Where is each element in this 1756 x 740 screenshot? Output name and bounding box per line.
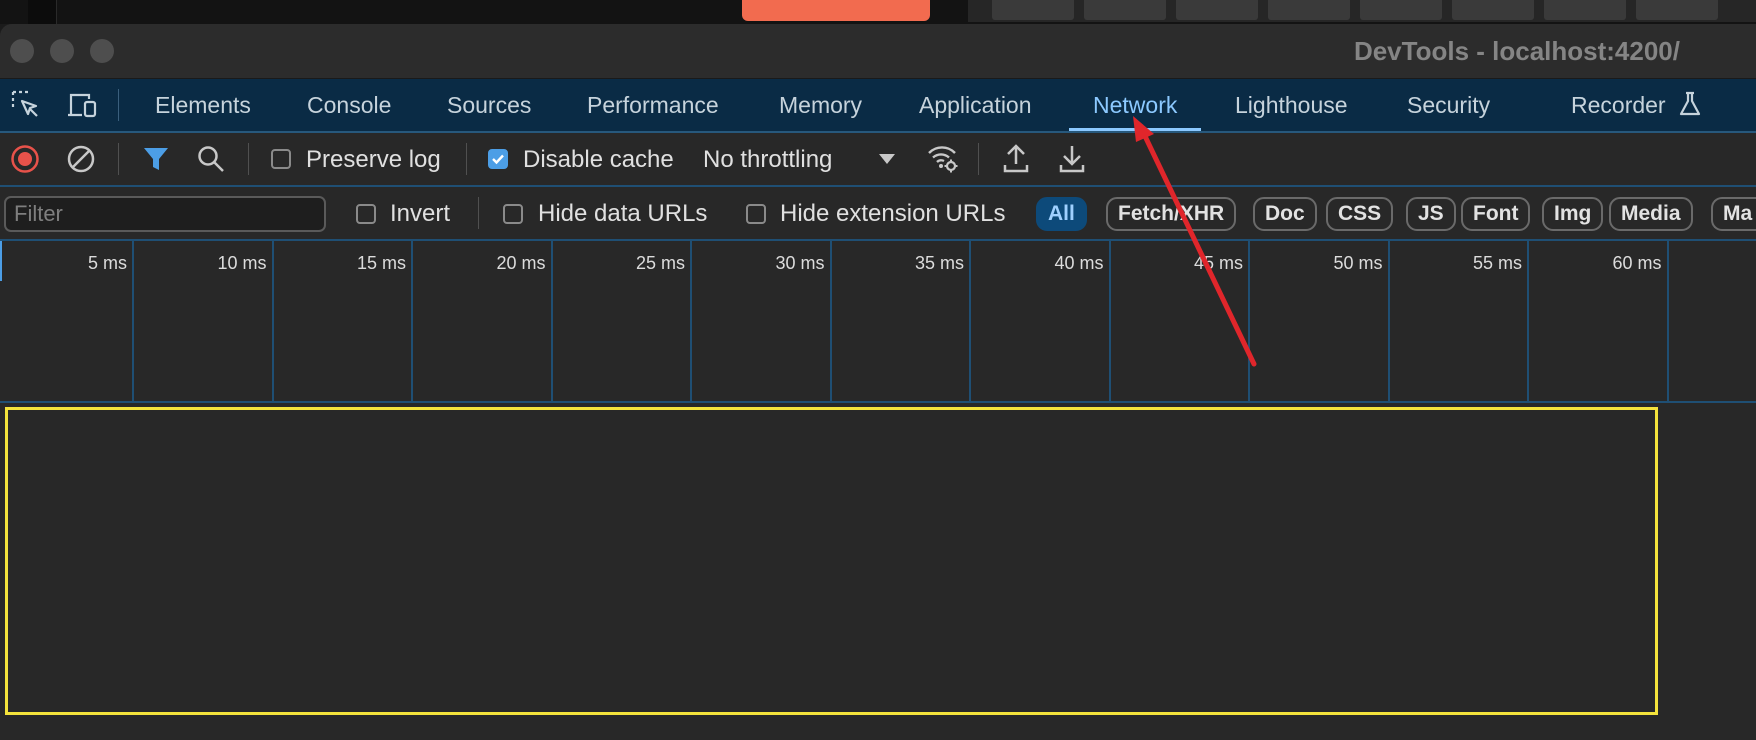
- toolbar-divider: [118, 143, 119, 175]
- zoom-window-button[interactable]: [90, 39, 114, 63]
- type-filter-fetch-xhr[interactable]: Fetch/XHR: [1106, 197, 1237, 231]
- background-key-row: [968, 0, 1756, 22]
- hide-data-urls-checkbox[interactable]: [503, 204, 523, 224]
- flask-icon: [1679, 91, 1701, 116]
- timeline-gridline: [411, 241, 413, 401]
- background-key: [1544, 0, 1626, 20]
- timeline-gridline: [690, 241, 692, 401]
- hide-data-urls-label: Hide data URLs: [538, 200, 708, 227]
- toolbar-divider: [978, 143, 979, 175]
- annotation-highlight-box: [5, 407, 1658, 715]
- type-filter-font[interactable]: Font: [1461, 197, 1531, 231]
- type-filter-manifest[interactable]: Ma: [1711, 197, 1756, 231]
- type-filter-js[interactable]: JS: [1406, 197, 1456, 231]
- timeline-tick-label: 40 ms: [1054, 253, 1104, 273]
- timeline-gridline: [1248, 241, 1250, 401]
- network-conditions-icon[interactable]: [926, 142, 960, 174]
- timeline-tick-label: 5 ms: [87, 253, 127, 273]
- invert-checkbox[interactable]: [356, 204, 376, 224]
- type-filter-img[interactable]: Img: [1542, 197, 1604, 231]
- checkmark-icon: [492, 154, 504, 165]
- timeline-tick-label: 30 ms: [775, 253, 825, 273]
- disable-cache-checkbox[interactable]: [488, 149, 508, 169]
- tab-network[interactable]: Network: [1068, 79, 1202, 131]
- tab-elements[interactable]: Elements: [155, 79, 251, 131]
- timeline-gridline: [132, 241, 134, 401]
- preserve-log-checkbox[interactable]: [271, 149, 291, 169]
- overview-timeline[interactable]: 5 ms 10 ms 15 ms 20 ms 25 ms 30 ms 35 ms 40 ms 4…: [0, 241, 1756, 403]
- background-key: [1636, 0, 1718, 20]
- tab-application[interactable]: Application: [919, 79, 1032, 131]
- filter-bar: Invert Hide data URLs Hide extension URL…: [0, 187, 1756, 241]
- timeline-tick-label: 35 ms: [914, 253, 964, 273]
- tab-recorder-label: Recorder: [1571, 92, 1666, 118]
- chevron-down-icon[interactable]: [878, 153, 896, 165]
- timeline-gridline: [271, 241, 274, 401]
- timeline-tick-label: 20 ms: [496, 253, 546, 273]
- tab-performance[interactable]: Performance: [587, 79, 719, 131]
- tab-bar-divider: [118, 89, 119, 121]
- timeline-tick-label: 25 ms: [635, 253, 685, 273]
- devtools-window: DevTools - localhost:4200/ Elements Cons…: [0, 24, 1756, 740]
- background-app-strip: [0, 0, 1756, 24]
- background-key: [1360, 0, 1442, 20]
- timeline-gridline: [1527, 241, 1529, 401]
- type-filter-doc[interactable]: Doc: [1253, 197, 1317, 231]
- toolbar-divider: [466, 143, 467, 175]
- timeline-tick-label: 50 ms: [1333, 253, 1383, 273]
- stop-recording-icon[interactable]: [10, 144, 40, 174]
- timeline-gridline: [1108, 241, 1111, 401]
- type-filter-all[interactable]: All: [1036, 197, 1087, 231]
- tab-memory[interactable]: Memory: [779, 79, 862, 131]
- import-har-icon[interactable]: [1002, 144, 1030, 174]
- filter-icon[interactable]: [142, 146, 170, 172]
- timeline-tick-label: 60 ms: [1612, 253, 1662, 273]
- type-filter-css[interactable]: CSS: [1326, 197, 1394, 231]
- network-toolbar: Preserve log Disable cache No throttling: [0, 133, 1756, 187]
- background-key: [992, 0, 1074, 20]
- minimize-window-button[interactable]: [50, 39, 74, 63]
- timeline-tick-label: 15 ms: [356, 253, 406, 273]
- export-har-icon[interactable]: [1058, 144, 1086, 174]
- tab-console[interactable]: Console: [307, 79, 391, 131]
- panel-tab-bar: Elements Console Sources Performance Mem…: [0, 79, 1756, 133]
- disable-cache-label: Disable cache: [523, 146, 674, 173]
- filter-input[interactable]: [4, 196, 326, 232]
- tab-lighthouse[interactable]: Lighthouse: [1235, 79, 1348, 131]
- timeline-gridline: [969, 241, 971, 401]
- background-divider: [28, 0, 57, 24]
- timeline-tick-label: 10 ms: [217, 253, 267, 273]
- throttling-select[interactable]: No throttling: [703, 146, 832, 174]
- inspect-element-icon[interactable]: [10, 89, 42, 121]
- timeline-gridline: [1387, 241, 1390, 401]
- title-bar: DevTools - localhost:4200/: [0, 24, 1756, 79]
- timeline-tick-label: 55 ms: [1472, 253, 1522, 273]
- toolbar-divider: [248, 143, 249, 175]
- background-key: [1452, 0, 1534, 20]
- hide-extension-urls-checkbox[interactable]: [746, 204, 766, 224]
- background-key: [1268, 0, 1350, 20]
- background-key: [1176, 0, 1258, 20]
- timeline-gridline: [829, 241, 832, 401]
- close-window-button[interactable]: [10, 39, 34, 63]
- type-filter-media[interactable]: Media: [1609, 197, 1693, 231]
- clear-icon[interactable]: [66, 144, 96, 174]
- timeline-start-marker: [0, 241, 2, 281]
- window-title: DevTools - localhost:4200/: [1353, 36, 1680, 66]
- tab-sources[interactable]: Sources: [447, 79, 531, 131]
- filter-bar-divider: [478, 197, 479, 229]
- tab-security[interactable]: Security: [1407, 79, 1490, 131]
- background-orange-button: [742, 0, 930, 21]
- tab-recorder[interactable]: Recorder: [1571, 79, 1702, 131]
- timeline-gridline: [550, 241, 553, 401]
- preserve-log-label: Preserve log: [306, 146, 441, 173]
- timeline-gridline: [1666, 241, 1669, 401]
- background-key: [1084, 0, 1166, 20]
- hide-extension-urls-label: Hide extension URLs: [780, 200, 1006, 227]
- device-toolbar-icon[interactable]: [66, 89, 98, 121]
- search-icon[interactable]: [196, 144, 226, 174]
- timeline-tick-label: 45 ms: [1193, 253, 1243, 273]
- invert-label: Invert: [390, 200, 451, 227]
